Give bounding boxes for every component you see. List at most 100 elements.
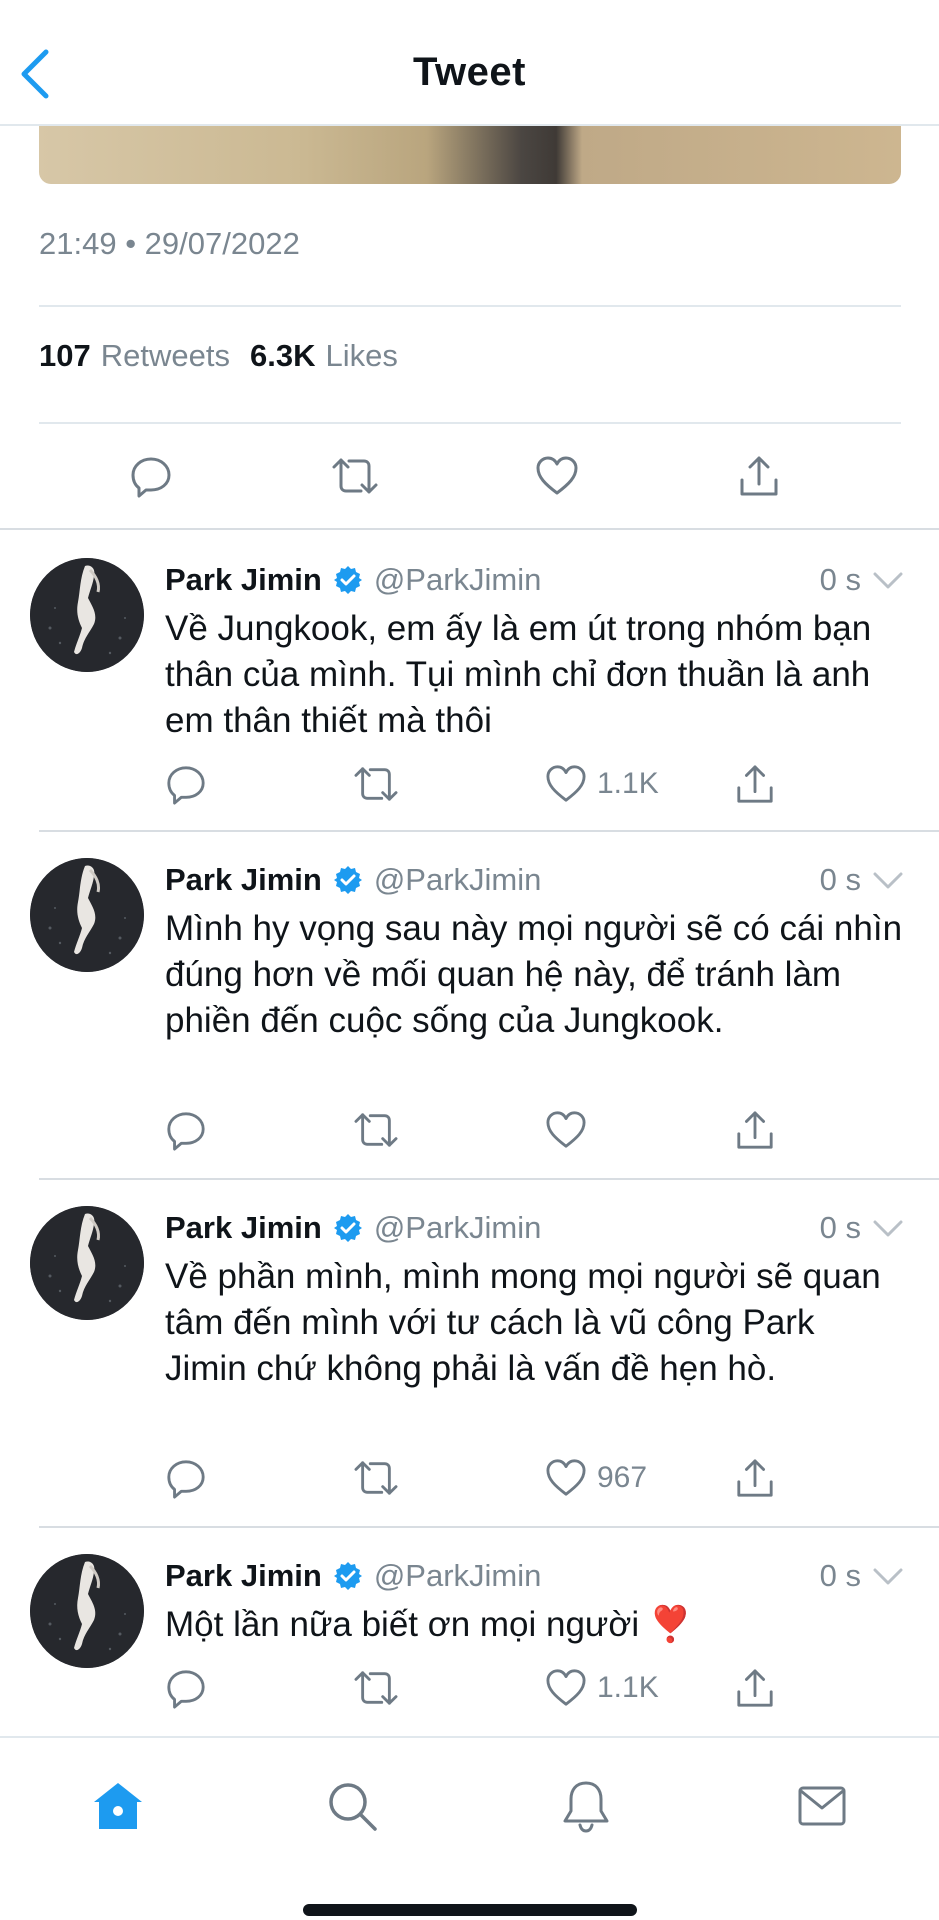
avatar[interactable] — [30, 558, 144, 672]
retweets-label[interactable]: Retweets — [101, 338, 230, 374]
author-handle[interactable]: @ParkJimin — [374, 862, 542, 898]
like-count: 967 — [597, 1461, 648, 1494]
retweet-icon — [354, 1113, 398, 1147]
reply-icon — [167, 1460, 205, 1499]
author-name[interactable]: Park Jimin — [165, 1558, 322, 1594]
tweet-actions: 1.1K — [165, 1662, 795, 1714]
likes-count[interactable]: 6.3K — [250, 338, 315, 374]
like-button[interactable]: 967 — [545, 1452, 647, 1504]
share-button[interactable] — [735, 1662, 775, 1714]
reply-button[interactable] — [121, 446, 181, 506]
share-button[interactable] — [735, 758, 775, 810]
author-handle[interactable]: @ParkJimin — [374, 1558, 542, 1594]
tweet-text: Mình hy vọng sau này mọi người sẽ có cái… — [165, 909, 903, 1040]
retweet-button[interactable] — [353, 758, 399, 810]
tweet-image[interactable] — [39, 126, 901, 184]
chevron-down-icon[interactable] — [871, 1214, 905, 1244]
verified-badge-icon — [333, 1214, 362, 1242]
chevron-down-icon[interactable] — [871, 566, 905, 596]
tweet-timestamp: 21:49 • 29/07/2022 — [39, 226, 300, 261]
avatar-image — [30, 1206, 144, 1320]
like-button[interactable] — [545, 1104, 597, 1156]
back-button[interactable] — [18, 44, 58, 104]
avatar-image — [30, 1554, 144, 1668]
home-icon — [94, 1783, 142, 1829]
retweet-icon — [354, 767, 398, 801]
heart-icon — [546, 1459, 586, 1496]
search-icon — [329, 1783, 377, 1831]
retweet-button[interactable] — [353, 1452, 399, 1504]
divider — [39, 1178, 939, 1180]
reply-icon — [167, 1112, 205, 1151]
retweet-button[interactable] — [353, 1662, 399, 1714]
tweet-time: 0 s — [819, 562, 861, 597]
retweets-count[interactable]: 107 — [39, 338, 91, 374]
heart-icon — [546, 765, 586, 802]
reply-button[interactable] — [165, 1452, 207, 1504]
chevron-left-icon — [21, 49, 49, 99]
home-indicator[interactable] — [303, 1904, 637, 1916]
tweet-header: Park Jimin @ParkJimin 0 s — [165, 1206, 905, 1250]
avatar[interactable] — [30, 1554, 144, 1668]
tweet-actions: 1.1K — [165, 758, 795, 810]
share-button[interactable] — [729, 446, 789, 506]
tweet-detail-screen: Tweet 21:49 • 29/07/2022 107 Retweets 6.… — [0, 0, 939, 1920]
tweet-time: 0 s — [819, 1558, 861, 1593]
share-icon — [737, 1459, 773, 1497]
reply-icon — [167, 766, 205, 805]
tab-home[interactable] — [86, 1774, 150, 1838]
reply-icon — [131, 457, 171, 498]
retweet-icon — [332, 458, 378, 494]
like-button[interactable] — [527, 446, 587, 506]
tweet-actions — [165, 1104, 795, 1156]
reply-button[interactable] — [165, 1104, 207, 1156]
tweet-text: Về phần mình, mình mong mọi người sẽ qua… — [165, 1257, 881, 1388]
tab-messages[interactable] — [790, 1774, 854, 1838]
tab-notifications[interactable] — [554, 1774, 618, 1838]
reply-button[interactable] — [165, 1662, 207, 1714]
heart-icon — [546, 1669, 586, 1706]
tweet-header: Park Jimin @ParkJimin 0 s — [165, 558, 905, 602]
retweet-button[interactable] — [353, 1104, 399, 1156]
tweet-actions: 967 — [165, 1452, 795, 1504]
share-icon — [737, 1111, 773, 1149]
divider — [39, 305, 901, 307]
tweet-header: Park Jimin @ParkJimin 0 s — [165, 1554, 905, 1598]
chevron-down-icon[interactable] — [871, 866, 905, 896]
chevron-down-icon[interactable] — [871, 1562, 905, 1592]
tweet-stats: 107 Retweets 6.3K Likes — [39, 338, 408, 374]
share-button[interactable] — [735, 1452, 775, 1504]
like-button[interactable]: 1.1K — [545, 1662, 659, 1714]
tab-search[interactable] — [320, 1774, 384, 1838]
avatar[interactable] — [30, 1206, 144, 1320]
share-icon — [737, 765, 773, 803]
retweet-icon — [354, 1671, 398, 1705]
retweet-icon — [354, 1461, 398, 1495]
main-tweet-actions — [39, 446, 901, 506]
share-button[interactable] — [735, 1104, 775, 1156]
heart-icon — [546, 1111, 586, 1148]
like-button[interactable]: 1.1K — [545, 758, 659, 810]
author-handle[interactable]: @ParkJimin — [374, 1210, 542, 1246]
author-name[interactable]: Park Jimin — [165, 562, 322, 598]
retweet-button[interactable] — [325, 446, 385, 506]
share-icon — [740, 456, 778, 496]
bottom-tab-bar — [0, 1736, 939, 1920]
avatar-image — [30, 558, 144, 672]
share-icon — [737, 1669, 773, 1707]
likes-label[interactable]: Likes — [325, 338, 397, 374]
notifications-icon — [563, 1781, 609, 1833]
tweet-text: Một lần nữa biết ơn mọi người ❣️ — [165, 1605, 693, 1644]
like-count: 1.1K — [597, 767, 659, 800]
author-handle[interactable]: @ParkJimin — [374, 562, 542, 598]
reply-icon — [167, 1670, 205, 1709]
top-navigation-bar: Tweet — [0, 0, 939, 126]
author-name[interactable]: Park Jimin — [165, 1210, 322, 1246]
heart-icon — [536, 456, 578, 495]
author-name[interactable]: Park Jimin — [165, 862, 322, 898]
avatar[interactable] — [30, 858, 144, 972]
reply-button[interactable] — [165, 758, 207, 810]
verified-badge-icon — [333, 866, 362, 894]
like-count: 1.1K — [597, 1671, 659, 1704]
tweet-text: Về Jungkook, em ấy là em út trong nhóm b… — [165, 609, 872, 740]
